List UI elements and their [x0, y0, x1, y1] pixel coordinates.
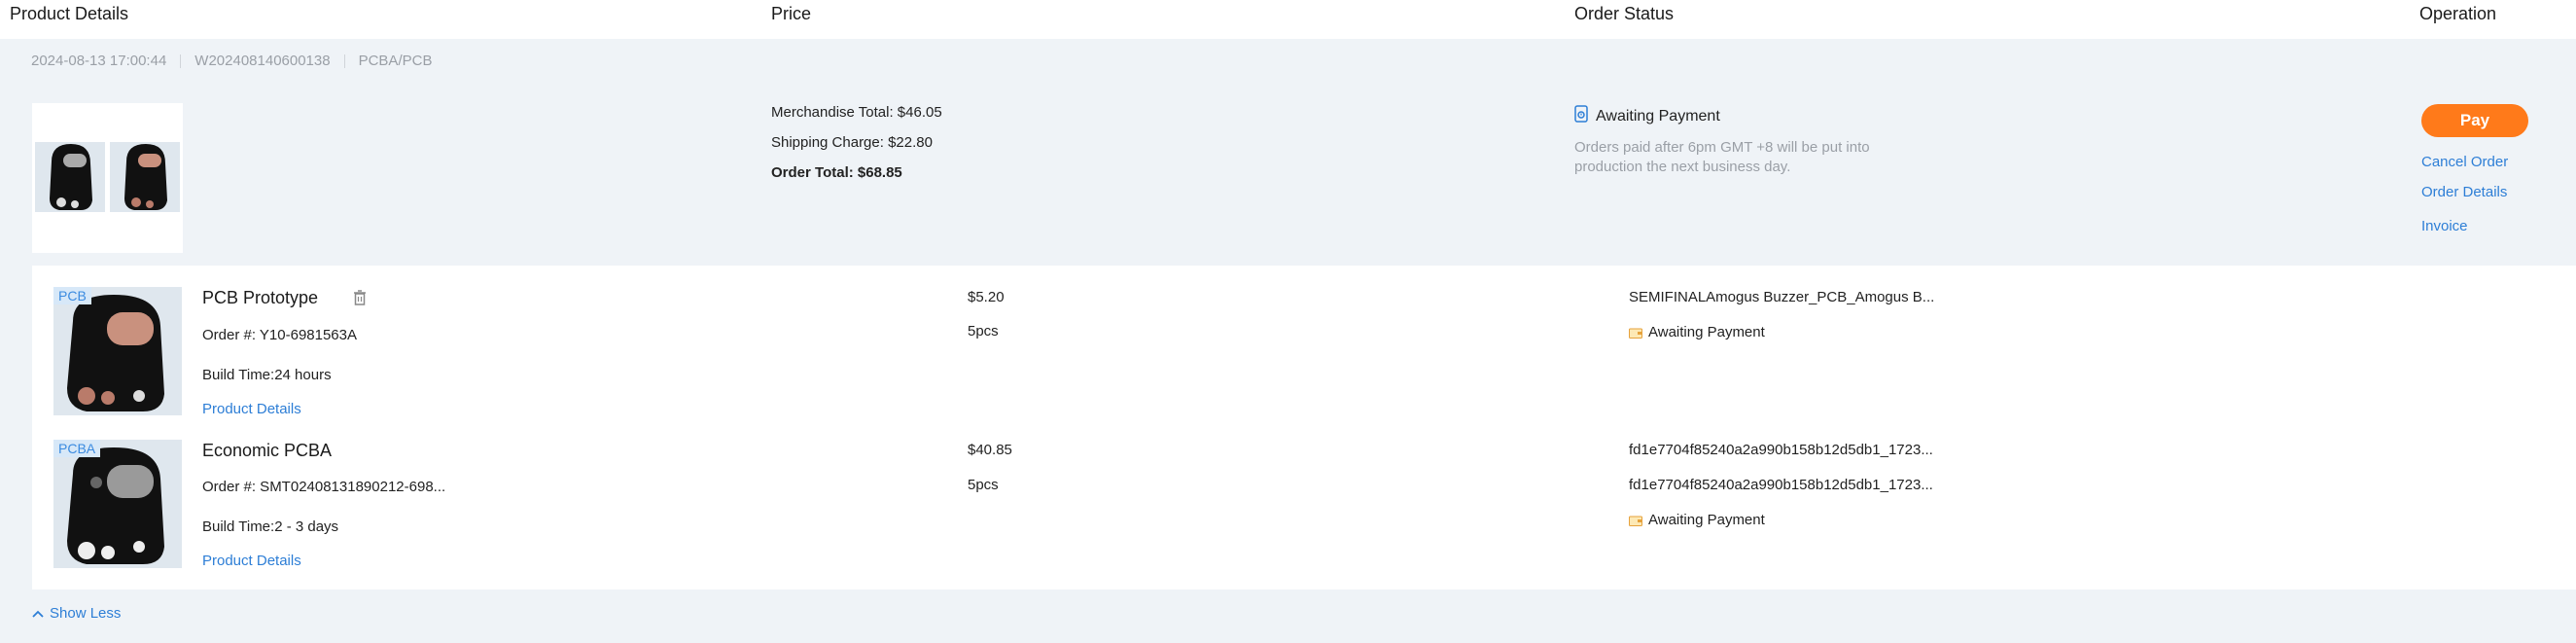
order-datetime: 2024-08-13 17:00:44: [31, 53, 167, 69]
pcb-board-image: [67, 295, 164, 411]
wallet-icon: [1629, 326, 1642, 339]
invoice-link[interactable]: Invoice: [2421, 218, 2468, 234]
pcba-board-image: [67, 447, 164, 564]
pcba-tag: PCBA: [53, 440, 101, 457]
item-file-name: SEMIFINALAmogus Buzzer_PCB_Amogus B...: [1629, 289, 1935, 305]
item-price: $40.85: [968, 442, 1012, 458]
order-status: Awaiting Payment: [1574, 105, 1720, 127]
order-status-label: Awaiting Payment: [1596, 107, 1720, 125]
order-summary-band: [0, 39, 2576, 266]
chevron-up-icon: [32, 605, 44, 622]
item-order-number: Order #: Y10-6981563A: [202, 327, 358, 343]
item-quantity: 5pcs: [968, 477, 999, 493]
meta-divider: [180, 54, 182, 68]
item-status: Awaiting Payment: [1629, 512, 1765, 528]
product-details-link[interactable]: Product Details: [202, 553, 301, 569]
item-status-label: Awaiting Payment: [1648, 324, 1765, 340]
merchandise-total: Merchandise Total: $46.05: [771, 104, 942, 121]
item-build-time: Build Time:2 - 3 days: [202, 518, 339, 535]
order-items: [32, 266, 2576, 589]
order-number: W202408140600138: [194, 53, 331, 69]
item-build-time: Build Time:24 hours: [202, 367, 332, 383]
item-name-economic-pcba: Economic PCBA: [202, 441, 333, 460]
header-operation: Operation: [2419, 4, 2497, 23]
item-price: $5.20: [968, 289, 1005, 305]
item-status-label: Awaiting Payment: [1648, 512, 1765, 528]
pcb-tag: PCB: [53, 287, 91, 304]
pcb-product-image: PCB: [53, 287, 182, 415]
show-less-label: Show Less: [50, 605, 122, 622]
item-file-name: fd1e7704f85240a2a990b158b12d5db1_1723...: [1629, 442, 1933, 458]
product-details-link[interactable]: Product Details: [202, 401, 301, 417]
items-left-gutter: [0, 266, 32, 643]
production-note: Orders paid after 6pm GMT +8 will be put…: [1574, 139, 1870, 175]
item-status: Awaiting Payment: [1629, 324, 1765, 340]
item-file-name: fd1e7704f85240a2a990b158b12d5db1_1723...: [1629, 477, 1933, 493]
pcba-product-image: PCBA: [53, 440, 182, 568]
item-quantity: 5pcs: [968, 323, 999, 339]
order-thumbnail: [32, 103, 183, 253]
shipping-charge: Shipping Charge: $22.80: [771, 134, 933, 151]
order-category: PCBA/PCB: [358, 53, 433, 69]
order-meta: 2024-08-13 17:00:44 W202408140600138 PCB…: [31, 53, 432, 69]
header-product-details: Product Details: [10, 4, 129, 23]
item-order-number: Order #: SMT02408131890212-698...: [202, 479, 446, 495]
pay-button[interactable]: Pay: [2421, 104, 2528, 137]
order-details-link[interactable]: Order Details: [2421, 184, 2507, 200]
items-footer-band: [0, 589, 2576, 643]
trash-icon[interactable]: [352, 289, 368, 311]
item-name-pcb-prototype: PCB Prototype: [202, 288, 319, 307]
header-price: Price: [771, 4, 812, 23]
meta-divider: [343, 54, 345, 68]
show-less-toggle[interactable]: Show Less: [32, 605, 121, 622]
header-order-status: Order Status: [1574, 4, 1675, 23]
order-total: Order Total: $68.85: [771, 164, 902, 181]
cancel-order-link[interactable]: Cancel Order: [2421, 154, 2508, 170]
hourglass-icon: [1574, 105, 1588, 127]
wallet-icon: [1629, 514, 1642, 527]
order-thumbnail-image: [32, 103, 183, 253]
